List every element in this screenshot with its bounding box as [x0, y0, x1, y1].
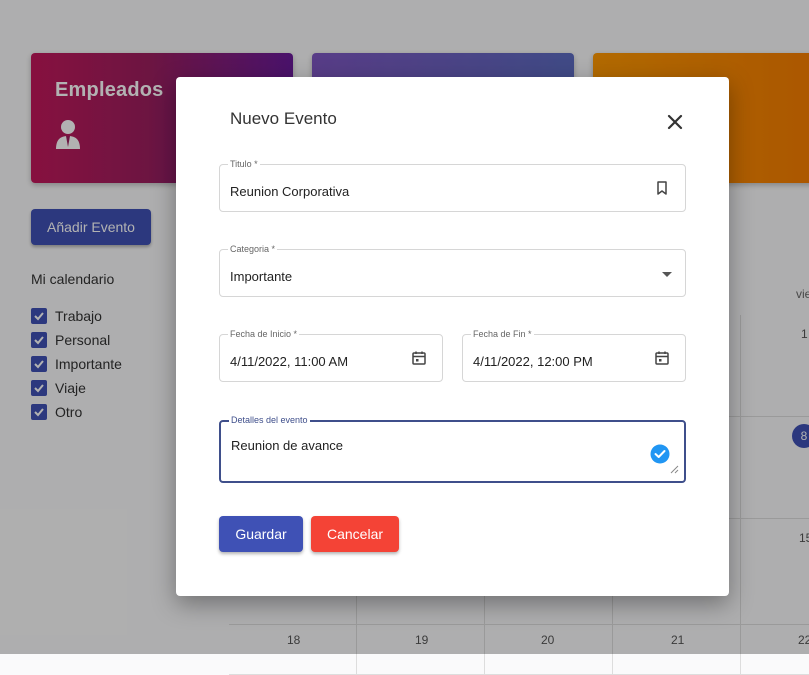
end-date-label: Fecha de Fin * — [471, 329, 534, 339]
save-button[interactable]: Guardar — [219, 516, 303, 552]
end-date-input[interactable]: 4/11/2022, 12:00 PM — [473, 354, 593, 369]
start-date-input[interactable]: 4/11/2022, 11:00 AM — [230, 354, 348, 369]
dropdown-arrow-icon[interactable] — [659, 266, 675, 282]
event-details-label: Detalles del evento — [229, 415, 310, 425]
resize-handle-icon[interactable] — [670, 465, 679, 474]
event-details-textarea[interactable]: Detalles del evento Reunion de avance — [219, 415, 686, 483]
title-field-label: Titulo * — [228, 159, 260, 169]
title-field[interactable]: Titulo * Reunion Corporativa — [219, 159, 686, 212]
close-icon[interactable] — [664, 111, 686, 133]
category-field-label: Categoria * — [228, 244, 278, 254]
start-date-field[interactable]: Fecha de Inicio * 4/11/2022, 11:00 AM — [219, 329, 443, 382]
calendar-icon[interactable] — [654, 350, 670, 366]
check-circle-icon — [650, 444, 670, 464]
category-selected-value[interactable]: Importante — [230, 269, 292, 284]
calendar-icon[interactable] — [411, 350, 427, 366]
bookmark-icon[interactable] — [654, 180, 670, 196]
cancel-button[interactable]: Cancelar — [311, 516, 399, 552]
end-date-field[interactable]: Fecha de Fin * 4/11/2022, 12:00 PM — [462, 329, 686, 382]
category-select[interactable]: Categoria * Importante — [219, 244, 686, 297]
title-input[interactable]: Reunion Corporativa — [230, 184, 349, 199]
start-date-label: Fecha de Inicio * — [228, 329, 300, 339]
event-details-input[interactable]: Reunion de avance — [231, 438, 343, 453]
dialog-title: Nuevo Evento — [230, 109, 337, 128]
new-event-dialog: Nuevo Evento Titulo * Reunion Corporativ… — [176, 77, 729, 596]
